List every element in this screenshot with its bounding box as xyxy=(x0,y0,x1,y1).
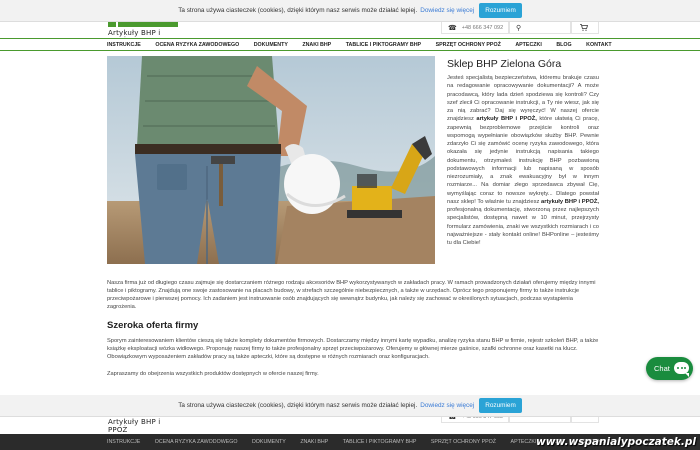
cart-icon xyxy=(580,24,588,31)
aside-paragraph: Jesteś specjalistą bezpieczeństwa, które… xyxy=(447,75,599,246)
nav-item-kontakt[interactable]: KONTAKT xyxy=(586,42,612,48)
nav-item-tablice[interactable]: TABLICE I PIKTOGRAMY BHP xyxy=(346,42,421,48)
cookie-message: Ta strona używa ciasteczek (cookies), dz… xyxy=(178,7,418,14)
logo-text-copy: Artykuły BHP i PPOŻ xyxy=(108,418,161,434)
cookie-bar: Ta strona używa ciasteczek (cookies), dz… xyxy=(0,0,700,22)
nav-item-instrukcje[interactable]: INSTRUKCJE xyxy=(107,42,141,48)
phone-box[interactable]: ☎ +48 666 347 092 xyxy=(441,22,509,34)
nav-item-apteczki-copy[interactable]: APTECZKI xyxy=(511,439,537,445)
cookie-message-copy: Ta strona używa ciasteczek (cookies), dz… xyxy=(178,402,418,409)
intro-paragraph: Nasza firma już od długiego czasu zajmuj… xyxy=(107,280,596,311)
nav-item-sprzet-ppoz[interactable]: SPRZĘT OCHRONY PPOŻ xyxy=(436,42,501,48)
nav-item-znaki-bhp[interactable]: ZNAKI BHP xyxy=(302,42,331,48)
cookie-more-link-copy[interactable]: Dowiedz się więcej xyxy=(420,402,474,409)
nav-item-ocena-ryzyka-copy[interactable]: OCENA RYZYKA ZAWODOWEGO xyxy=(155,439,238,445)
nav-item-ocena-ryzyka[interactable]: OCENA RYZYKA ZAWODOWEGO xyxy=(155,42,239,48)
intro-aside: Sklep BHP Zielona Góra Jesteś specjalist… xyxy=(447,56,599,247)
chat-label: Chat xyxy=(654,364,670,373)
nav-item-dokumenty[interactable]: DOKUMENTY xyxy=(254,42,288,48)
nav-item-tablice-copy[interactable]: TABLICE I PIKTOGRAMY BHP xyxy=(343,439,417,445)
nav-item-sprzet-ppoz-copy[interactable]: SPRZĘT OCHRONY PPOŻ xyxy=(431,439,496,445)
cart-button[interactable] xyxy=(571,22,599,34)
watermark: www.wspanialypoczatek.pl xyxy=(536,436,696,448)
section-title: Szeroka oferta firmy xyxy=(107,320,199,331)
worker-photo xyxy=(107,56,435,264)
hero-image xyxy=(107,56,435,264)
cookie-accept-button[interactable]: Rozumiem xyxy=(479,3,522,18)
nav-item-blog[interactable]: BLOG xyxy=(556,42,571,48)
section-paragraph-2: Zapraszamy do obejrzenia wszystkich prod… xyxy=(107,371,319,377)
nav-item-dokumenty-copy[interactable]: DOKUMENTY xyxy=(252,439,286,445)
cookie-bar-copy: Ta strona używa ciasteczek (cookies), dz… xyxy=(0,395,700,417)
search-icon: ⚲ xyxy=(516,24,522,32)
nav-item-instrukcje-copy[interactable]: INSTRUKCJE xyxy=(107,439,140,445)
main-nav: INSTRUKCJE OCENA RYZYKA ZAWODOWEGO DOKUM… xyxy=(0,38,700,51)
nav-item-znaki-bhp-copy[interactable]: ZNAKI BHP xyxy=(300,439,328,445)
page-title: Sklep BHP Zielona Góra xyxy=(447,58,562,70)
phone-icon: ☎ xyxy=(448,24,457,32)
chat-button[interactable]: Chat xyxy=(646,357,693,380)
cookie-accept-button-copy[interactable]: Rozumiem xyxy=(479,398,522,413)
nav-item-apteczki[interactable]: APTECZKI xyxy=(515,42,542,48)
chat-bubble-icon xyxy=(674,362,689,377)
cookie-more-link[interactable]: Dowiedz się więcej xyxy=(420,7,474,14)
phone-number: +48 666 347 092 xyxy=(461,24,504,31)
search-box[interactable]: ⚲ xyxy=(509,22,571,34)
section-paragraph-1: Sporym zainteresowaniem klientów cieszą … xyxy=(107,338,599,361)
